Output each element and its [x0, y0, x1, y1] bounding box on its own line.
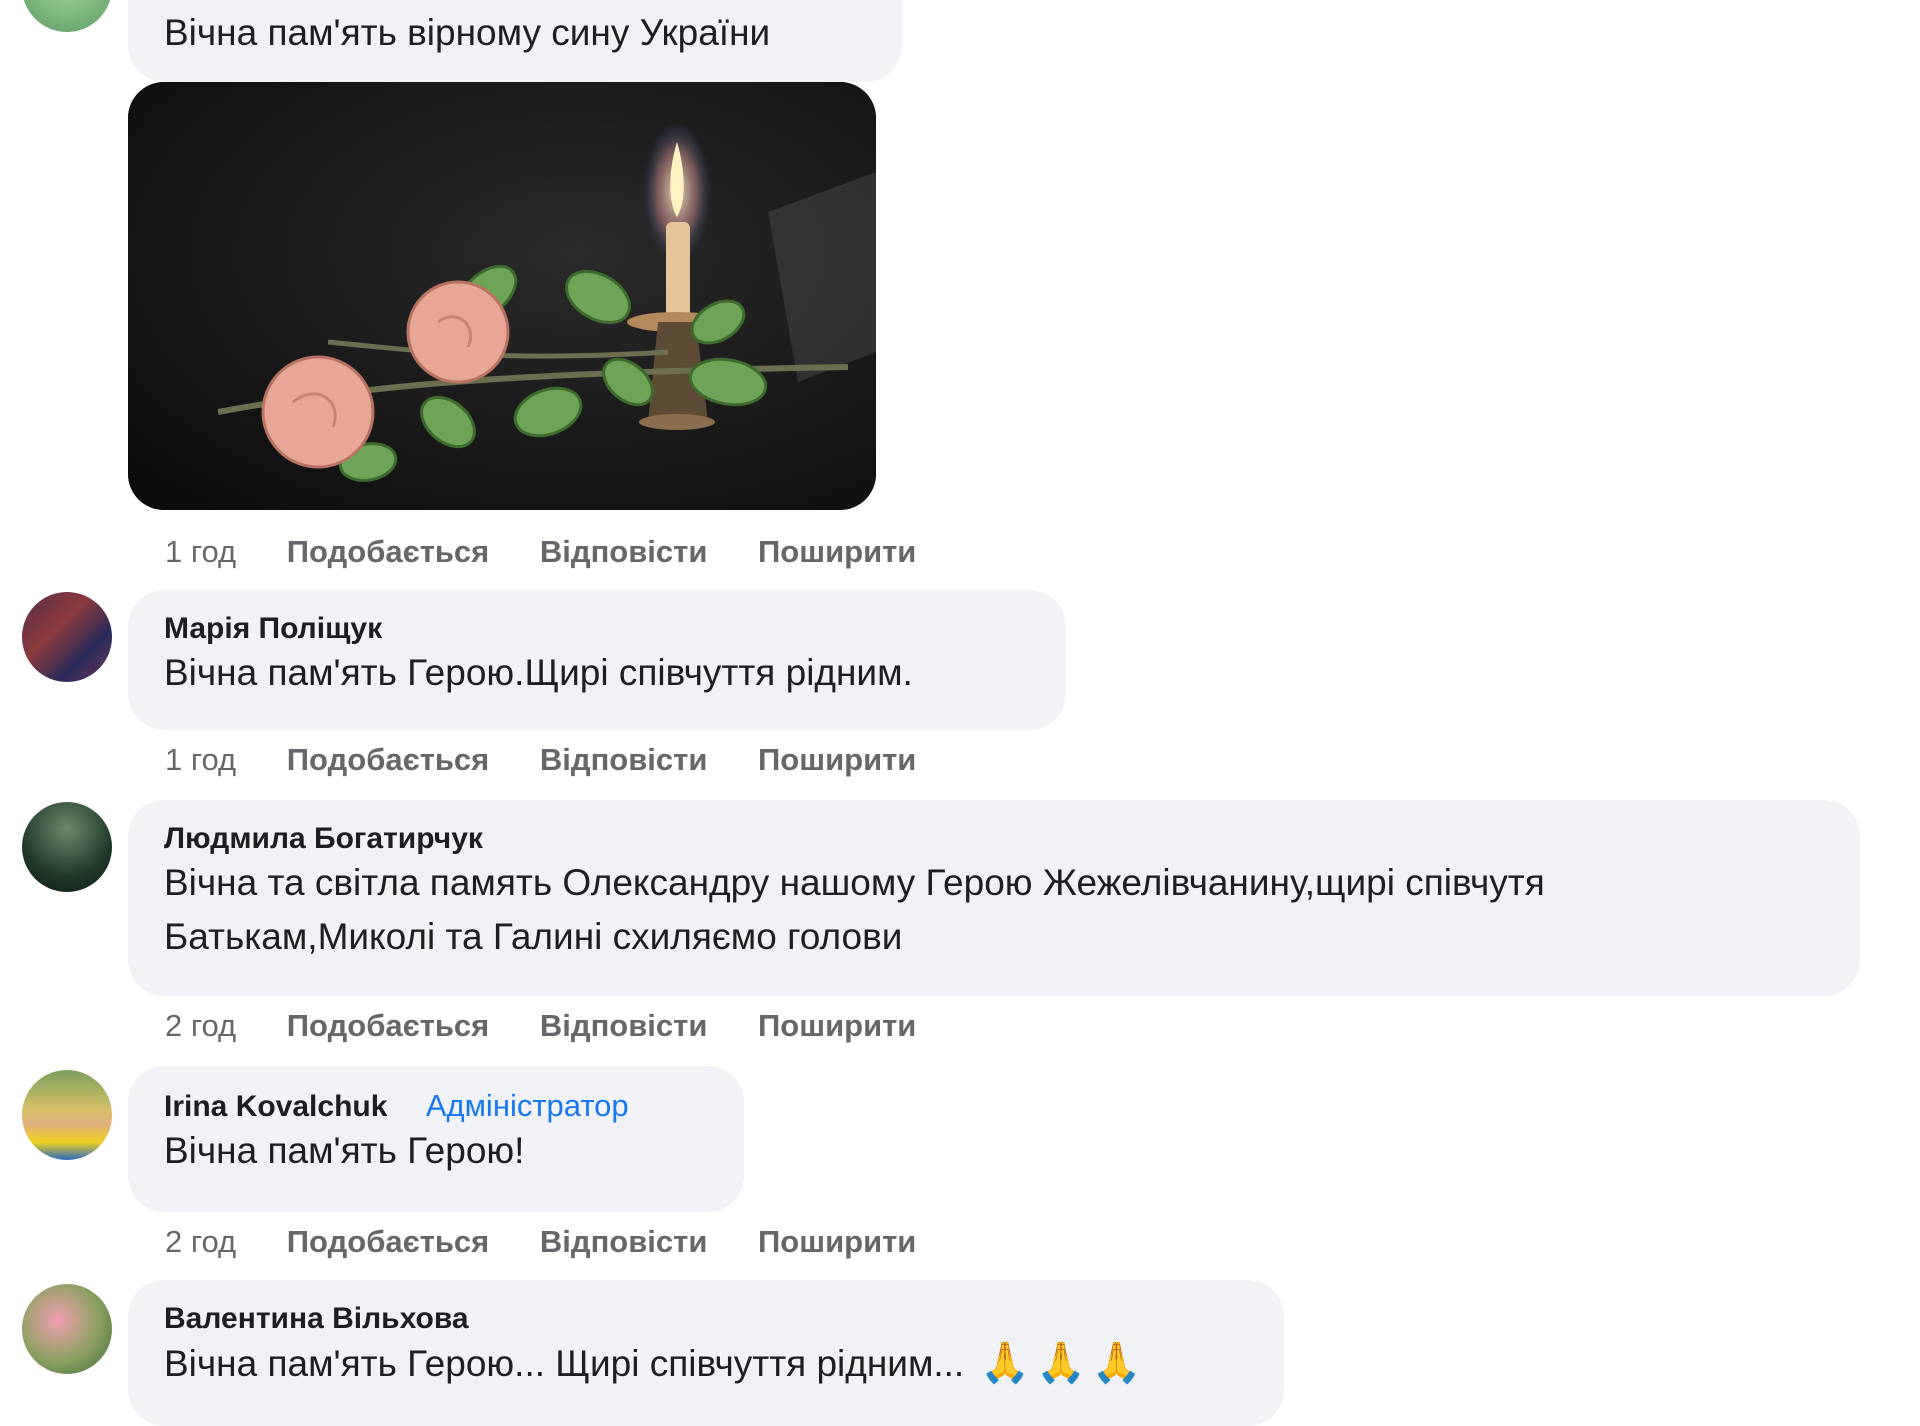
- reply-button[interactable]: Відповісти: [540, 534, 708, 570]
- comment-author[interactable]: Марія Поліщук: [164, 612, 382, 646]
- comment-text: Вічна пам'ять вірному сину України: [164, 12, 771, 53]
- comment-bubble: Irina Kovalchuk Адміністратор Вічна пам'…: [128, 1066, 744, 1212]
- comment-actions: 1 год Подобається Відповісти Поширити: [165, 742, 958, 778]
- comment-text: Вічна пам'ять Герою!: [164, 1130, 525, 1171]
- comment-author[interactable]: Людмила Богатирчук: [164, 822, 483, 856]
- comment-timestamp[interactable]: 2 год: [165, 1008, 236, 1044]
- comment-text-row: Вічна пам'ять Герою... Щирі співчуття рі…: [164, 1336, 1248, 1391]
- comment-author[interactable]: Валентина Вільхова: [164, 1302, 469, 1336]
- comment-text-line-1: Вічна та світла память Олександру нашому…: [164, 862, 1545, 903]
- reply-button[interactable]: Відповісти: [540, 742, 708, 778]
- comment-actions: 2 год Подобається Відповісти Поширити: [165, 1224, 958, 1260]
- like-button[interactable]: Подобається: [287, 534, 490, 570]
- commenter-avatar[interactable]: [22, 802, 112, 892]
- comment-image-candle-roses[interactable]: [128, 82, 876, 510]
- candle-roses-illustration: [128, 82, 876, 510]
- comment-bubble: Людмила Богатирчук Вічна та світла памят…: [128, 800, 1860, 996]
- comment-text: Вічна пам'ять Герою... Щирі співчуття рі…: [164, 1343, 965, 1384]
- comment-timestamp[interactable]: 2 год: [165, 1224, 236, 1260]
- comment-timestamp[interactable]: 1 год: [165, 534, 236, 570]
- comment-text: Вічна пам'ять Герою.Щирі співчуття рідни…: [164, 652, 913, 693]
- like-button[interactable]: Подобається: [287, 1224, 490, 1260]
- comment-timestamp[interactable]: 1 год: [165, 742, 236, 778]
- like-button[interactable]: Подобається: [287, 742, 490, 778]
- share-button[interactable]: Поширити: [758, 1008, 916, 1044]
- comment-author[interactable]: Irina Kovalchuk: [164, 1090, 387, 1124]
- comment-bubble: Вічна пам'ять вірному сину України: [128, 0, 902, 82]
- comment-actions: 1 год Подобається Відповісти Поширити: [165, 534, 958, 570]
- commenter-avatar[interactable]: [22, 1070, 112, 1160]
- reply-button[interactable]: Відповісти: [540, 1224, 708, 1260]
- admin-badge: Адміністратор: [425, 1088, 629, 1123]
- commenter-avatar[interactable]: [22, 0, 112, 32]
- comment-actions: 2 год Подобається Відповісти Поширити: [165, 1008, 958, 1044]
- comment-bubble: Марія Поліщук Вічна пам'ять Герою.Щирі с…: [128, 590, 1066, 730]
- reply-button[interactable]: Відповісти: [540, 1008, 708, 1044]
- commenter-avatar[interactable]: [22, 592, 112, 682]
- share-button[interactable]: Поширити: [758, 742, 916, 778]
- like-button[interactable]: Подобається: [287, 1008, 490, 1044]
- praying-hands-icon: 🙏🙏🙏: [980, 1341, 1148, 1385]
- commenter-avatar[interactable]: [22, 1284, 112, 1374]
- comment-text-line-2: Батькам,Миколі та Галині схиляємо голови: [164, 916, 903, 957]
- share-button[interactable]: Поширити: [758, 1224, 916, 1260]
- share-button[interactable]: Поширити: [758, 534, 916, 570]
- comment-bubble: Валентина Вільхова Вічна пам'ять Герою..…: [128, 1280, 1284, 1426]
